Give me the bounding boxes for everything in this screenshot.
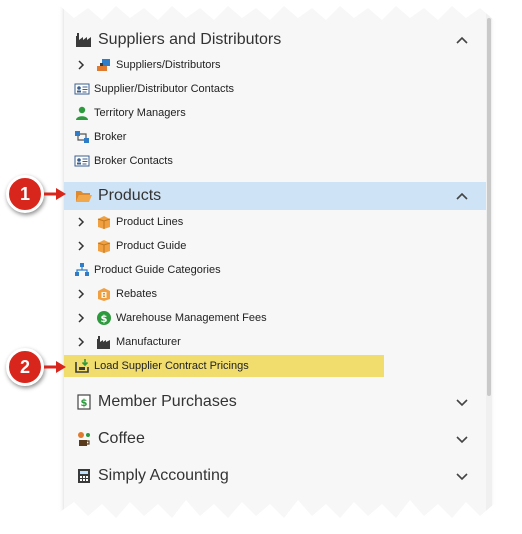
nav-item-label: Product Guide: [116, 240, 187, 252]
nav-item-broker-contacts[interactable]: Broker Contacts: [64, 150, 486, 172]
hierarchy-icon: [74, 262, 90, 278]
group-label: Coffee: [98, 430, 145, 447]
nav-item-label: Manufacturer: [116, 336, 181, 348]
nav-item-label: Territory Managers: [94, 107, 186, 119]
vertical-scrollbar[interactable]: [486, 0, 492, 534]
svg-text:$: $: [101, 314, 108, 325]
person-icon: [74, 105, 90, 121]
group-label: Simply Accounting: [98, 467, 229, 484]
contact-card-icon: [74, 153, 90, 169]
nav-item-label: Rebates: [116, 288, 157, 300]
callout-badge-2: 2: [6, 348, 44, 386]
chevron-right-icon[interactable]: [76, 217, 96, 227]
chevron-right-icon[interactable]: [76, 60, 96, 70]
calculator-icon: [74, 467, 94, 485]
nav-item-product-guide[interactable]: Product Guide: [64, 235, 486, 257]
chevron-right-icon[interactable]: [76, 313, 96, 323]
broker-icon: [74, 129, 90, 145]
nav-item-label: Suppliers/Distributors: [116, 59, 221, 71]
factory-icon: [74, 31, 94, 49]
scrollbar-thumb[interactable]: [487, 18, 491, 396]
group-coffee[interactable]: Coffee: [64, 422, 486, 456]
chevron-right-icon[interactable]: [76, 289, 96, 299]
nav-item-label: Load Supplier Contract Pricings: [94, 360, 249, 372]
folder-open-icon: [74, 187, 94, 205]
nav-item-supplier-distributor-contacts[interactable]: Supplier/Distributor Contacts: [64, 78, 486, 100]
chevron-down-icon[interactable]: [454, 431, 470, 447]
group-suppliers-and-distributors[interactable]: Suppliers and Distributors: [64, 23, 486, 57]
nav-item-suppliers-distributors[interactable]: Suppliers/Distributors: [64, 54, 486, 76]
load-pricing-icon: [74, 358, 90, 374]
nav-item-territory-managers[interactable]: Territory Managers: [64, 102, 486, 124]
dollar-coin-icon: $: [96, 310, 112, 326]
chevron-down-icon[interactable]: [454, 468, 470, 484]
nav-item-rebates[interactable]: Rebates: [64, 283, 486, 305]
nav-item-broker[interactable]: Broker: [64, 126, 486, 148]
contact-card-icon: [74, 81, 90, 97]
group-member-purchases[interactable]: $ Member Purchases: [64, 385, 486, 419]
nav-item-label: Product Lines: [116, 216, 184, 228]
group-label: Member Purchases: [98, 393, 237, 410]
nav-item-manufacturer[interactable]: Manufacturer: [64, 331, 486, 353]
group-simply-accounting[interactable]: Simply Accounting: [64, 459, 486, 493]
torn-edge-top: [0, 0, 522, 20]
factory-icon: [96, 334, 112, 350]
torn-edge-bottom: [0, 500, 522, 534]
supplier-icon: [96, 57, 112, 73]
box-icon: [96, 238, 112, 254]
chevron-right-icon[interactable]: [76, 337, 96, 347]
rebate-box-icon: [96, 286, 112, 302]
nav-item-label: Broker Contacts: [94, 155, 173, 167]
nav-item-product-guide-categories[interactable]: Product Guide Categories: [64, 259, 486, 281]
dollar-document-icon: $: [74, 393, 94, 411]
group-label: Products: [98, 187, 162, 204]
chevron-up-icon[interactable]: [454, 32, 470, 48]
group-products[interactable]: Products: [64, 182, 486, 210]
nav-item-product-lines[interactable]: Product Lines: [64, 211, 486, 233]
nav-item-label: Warehouse Management Fees: [116, 312, 267, 324]
nav-item-load-supplier-contract-pricings[interactable]: Load Supplier Contract Pricings: [64, 355, 384, 377]
nav-item-warehouse-management-fees[interactable]: $ Warehouse Management Fees: [64, 307, 486, 329]
callout-badge-1: 1: [6, 175, 44, 213]
chevron-right-icon[interactable]: [76, 241, 96, 251]
chevron-up-icon[interactable]: [454, 188, 470, 204]
coffee-icon: [74, 430, 94, 448]
callout-arrow-1: [44, 188, 66, 200]
nav-item-label: Product Guide Categories: [94, 264, 221, 276]
svg-text:$: $: [81, 398, 88, 409]
nav-item-label: Broker: [94, 131, 127, 143]
chevron-down-icon[interactable]: [454, 394, 470, 410]
callout-arrow-2: [44, 361, 66, 373]
group-label: Suppliers and Distributors: [98, 31, 282, 48]
box-icon: [96, 214, 112, 230]
nav-item-label: Supplier/Distributor Contacts: [94, 83, 235, 95]
